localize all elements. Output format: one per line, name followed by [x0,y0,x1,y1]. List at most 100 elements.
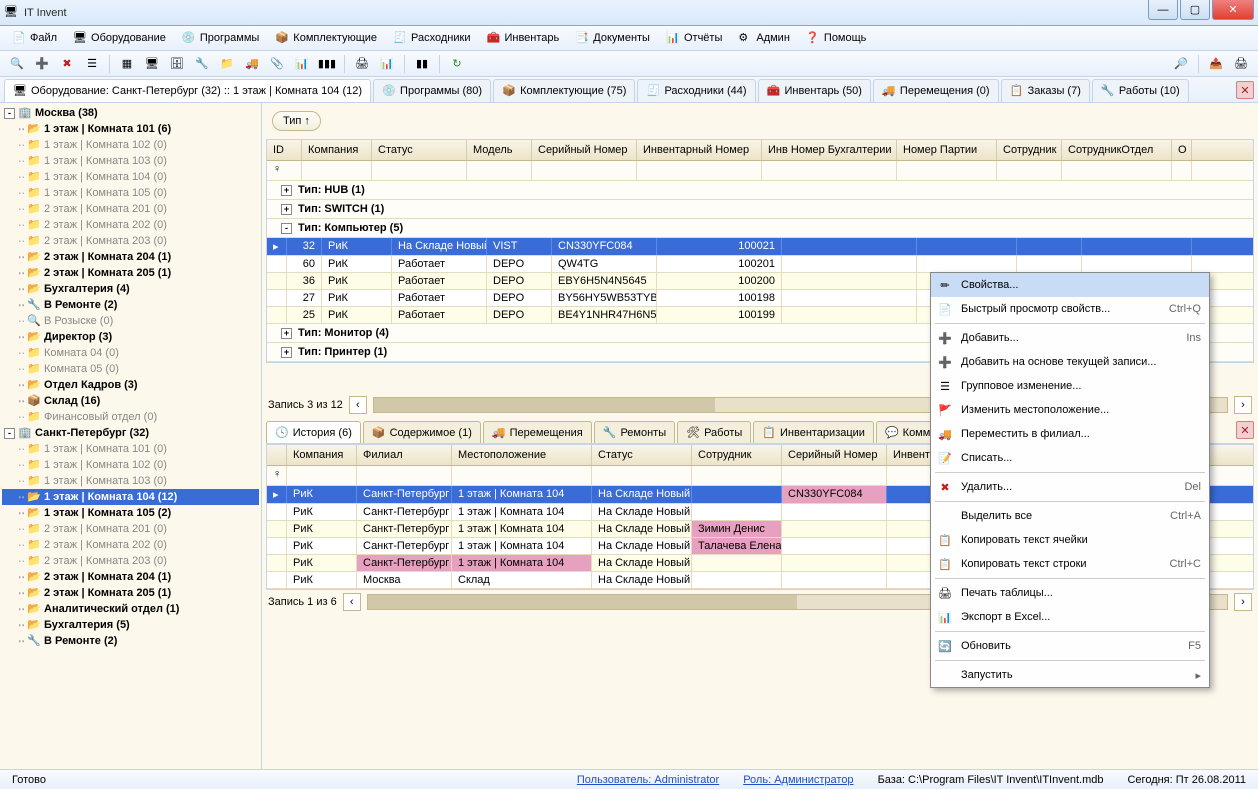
subtab-4[interactable]: 🛠Работы [677,421,751,443]
subtab-0[interactable]: 🕓История (6) [266,421,361,443]
tree-node-4[interactable]: ⋅⋅📁1 этаж | Комната 104 (0) [2,169,259,185]
dcol-4[interactable]: Сотрудник [692,445,782,465]
grid-group[interactable]: +Тип: HUB (1) [267,181,1253,200]
maximize-button[interactable]: ▢ [1180,0,1210,20]
col-10[interactable]: О [1172,140,1192,160]
tree-node-5[interactable]: ⋅⋅📁1 этаж | Комната 105 (0) [2,185,259,201]
tree-node-9[interactable]: ⋅⋅📂2 этаж | Комната 204 (1) [2,249,259,265]
ctx-item-1[interactable]: 📄Быстрый просмотр свойств...Ctrl+Q [931,297,1209,321]
grid-group[interactable]: +Тип: SWITCH (1) [267,200,1253,219]
tree-node-29[interactable]: ⋅⋅📂2 этаж | Комната 204 (1) [2,569,259,585]
tool-icon[interactable]: 🔧 [191,53,213,75]
tree-node-13[interactable]: ⋅⋅🔍В Розыске (0) [2,313,259,329]
tree-node-27[interactable]: ⋅⋅📁2 этаж | Комната 202 (0) [2,537,259,553]
tree-node-8[interactable]: ⋅⋅📁2 этаж | Комната 203 (0) [2,233,259,249]
chart-icon[interactable]: 📊 [291,53,313,75]
tab-0[interactable]: 🖥Оборудование: Санкт-Петербург (32) :: 1… [4,79,371,102]
search-icon[interactable]: 🔍 [6,53,28,75]
col-5[interactable]: Инвентарный Номер [637,140,762,160]
tree-node-10[interactable]: ⋅⋅📂2 этаж | Комната 205 (1) [2,265,259,281]
tree-node-22[interactable]: ⋅⋅📁1 этаж | Комната 102 (0) [2,457,259,473]
ctx-item-7[interactable]: 🚚Переместить в филиал... [931,422,1209,446]
ctx-item-3[interactable]: ➕Добавить...Ins [931,326,1209,350]
dfilter-5[interactable] [782,466,887,485]
tree-node-6[interactable]: ⋅⋅📁2 этаж | Комната 201 (0) [2,201,259,217]
clip-icon[interactable]: 📎 [266,53,288,75]
subtab-close-button[interactable]: ✕ [1236,421,1254,439]
tree-node-19[interactable]: ⋅⋅📁Финансовый отдел (0) [2,409,259,425]
ctx-item-16[interactable]: 🖨Печать таблицы... [931,581,1209,605]
tree-node-18[interactable]: ⋅⋅📦Склад (16) [2,393,259,409]
dcol-5[interactable]: Серийный Номер [782,445,887,465]
dcol-2[interactable]: Местоположение [452,445,592,465]
tree-node-12[interactable]: ⋅⋅🔧В Ремонте (2) [2,297,259,313]
filter-4[interactable] [532,161,637,180]
tree-node-28[interactable]: ⋅⋅📁2 этаж | Комната 203 (0) [2,553,259,569]
tree-node-1[interactable]: ⋅⋅📂1 этаж | Комната 101 (6) [2,121,259,137]
ctx-item-14[interactable]: 📋Копировать текст строкиCtrl+C [931,552,1209,576]
dfilter-1[interactable] [357,466,452,485]
dfilter-2[interactable] [452,466,592,485]
col-4[interactable]: Серийный Номер [532,140,637,160]
list-icon[interactable]: ☰ [81,53,103,75]
tree-node-2[interactable]: ⋅⋅📁1 этаж | Комната 102 (0) [2,137,259,153]
print-icon[interactable]: 🖨 [351,53,373,75]
col-9[interactable]: СотрудникОтдел [1062,140,1172,160]
ctx-item-17[interactable]: 📊Экспорт в Excel... [931,605,1209,629]
find-icon[interactable]: 🔎 [1170,53,1192,75]
barcode-icon[interactable]: ▮▮▮ [316,53,338,75]
col-3[interactable]: Модель [467,140,532,160]
ctx-item-19[interactable]: 🔄ОбновитьF5 [931,634,1209,658]
status-role[interactable]: Роль: Администратор [743,774,853,786]
code-icon[interactable]: ▮▮ [411,53,433,75]
pc-icon[interactable]: 🖥 [141,53,163,75]
ctx-item-10[interactable]: ✖Удалить...Del [931,475,1209,499]
detail-nav-prev[interactable]: ‹ [343,593,361,611]
col-1[interactable]: Компания [302,140,372,160]
export-icon[interactable]: 📤 [1205,53,1227,75]
tree-expander[interactable]: - [4,428,15,439]
filter-1[interactable] [302,161,372,180]
nav-next[interactable]: › [1234,396,1252,414]
filter-7[interactable] [897,161,997,180]
menu-4[interactable]: 🧾Расходники [387,29,476,47]
tree-node-31[interactable]: ⋅⋅📂Аналитический отдел (1) [2,601,259,617]
grid-group[interactable]: -Тип: Компьютер (5) [267,219,1253,238]
tree-node-26[interactable]: ⋅⋅📁2 этаж | Комната 201 (0) [2,521,259,537]
menu-8[interactable]: ⚙Админ [732,29,796,47]
tree-node-24[interactable]: ⋅⋅📂1 этаж | Комната 104 (12) [2,489,259,505]
filter-9[interactable] [1062,161,1172,180]
menu-9[interactable]: ❓Помощь [800,29,873,47]
tree-node-15[interactable]: ⋅⋅📁Комната 04 (0) [2,345,259,361]
tree-node-20[interactable]: -🏢Санкт-Петербург (32) [2,425,259,441]
menu-5[interactable]: 🧰Инвентарь [480,29,565,47]
filter-8[interactable] [997,161,1062,180]
tree-node-14[interactable]: ⋅⋅📂Директор (3) [2,329,259,345]
col-2[interactable]: Статус [372,140,467,160]
tree-expander[interactable]: - [4,108,15,119]
tree-node-23[interactable]: ⋅⋅📁1 этаж | Комната 103 (0) [2,473,259,489]
tab-6[interactable]: 📋Заказы (7) [1001,79,1090,102]
tree-node-11[interactable]: ⋅⋅📂Бухгалтерия (4) [2,281,259,297]
tree-node-21[interactable]: ⋅⋅📁1 этаж | Комната 101 (0) [2,441,259,457]
tab-7[interactable]: 🔧Работы (10) [1092,79,1189,102]
filter-3[interactable] [467,161,532,180]
tab-4[interactable]: 🧰Инвентарь (50) [758,79,871,102]
minimize-button[interactable]: — [1148,0,1178,20]
status-user[interactable]: Пользователь: Administrator [577,774,719,786]
dcol-3[interactable]: Статус [592,445,692,465]
ctx-item-0[interactable]: ✏Свойства... [931,273,1209,297]
tree-node-32[interactable]: ⋅⋅📂Бухгалтерия (5) [2,617,259,633]
refresh-icon[interactable]: ↻ [446,53,468,75]
delete-icon[interactable]: ✖ [56,53,78,75]
tab-5[interactable]: 🚚Перемещения (0) [873,79,999,102]
dcol-0[interactable]: Компания [287,445,357,465]
subtab-1[interactable]: 📦Содержимое (1) [363,421,481,443]
tree-node-3[interactable]: ⋅⋅📁1 этаж | Комната 103 (0) [2,153,259,169]
grid-icon[interactable]: ▦ [116,53,138,75]
excel-icon[interactable]: 📊 [376,53,398,75]
tree-node-7[interactable]: ⋅⋅📁2 этаж | Комната 202 (0) [2,217,259,233]
tree-node-33[interactable]: ⋅⋅🔧В Ремонте (2) [2,633,259,649]
folder-icon[interactable]: 📁 [216,53,238,75]
tree-node-30[interactable]: ⋅⋅📂2 этаж | Комната 205 (1) [2,585,259,601]
